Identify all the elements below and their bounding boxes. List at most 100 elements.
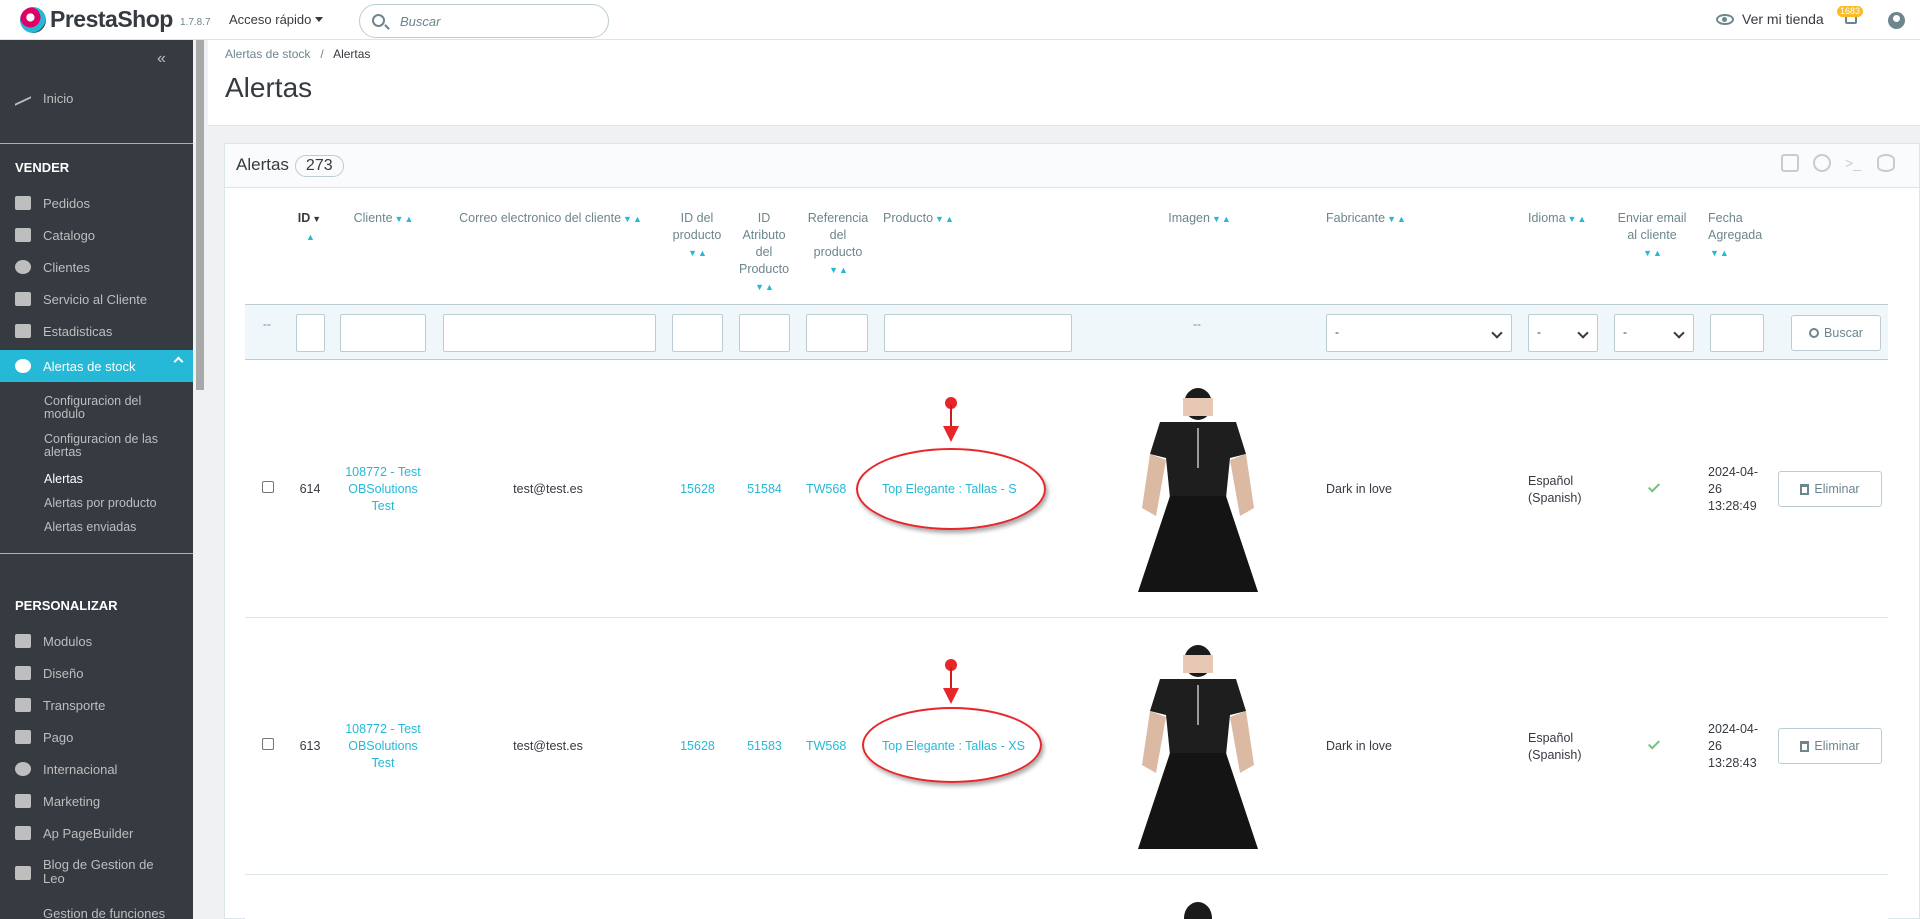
collapse-sidebar-icon[interactable]: « xyxy=(157,50,166,68)
table-row[interactable] xyxy=(245,875,1888,919)
filter-idioma-select[interactable]: - xyxy=(1528,314,1598,352)
row-checkbox[interactable] xyxy=(262,738,274,750)
filter-fabricante-select[interactable]: - xyxy=(1326,314,1512,352)
database-icon[interactable] xyxy=(1877,154,1895,172)
search-input[interactable] xyxy=(400,11,590,31)
header-search[interactable] xyxy=(359,4,609,38)
sidebar-item-internacional[interactable]: Internacional xyxy=(0,756,193,782)
cell-id-producto-link[interactable]: 15628 xyxy=(672,481,723,498)
col-header-enviar[interactable]: Enviar email al cliente ▼▲ xyxy=(1612,210,1692,262)
cell-cliente-link[interactable]: 108772 - Test OBSolutions Test xyxy=(340,464,426,515)
subitem-alertas[interactable]: Alertas xyxy=(44,473,184,486)
prestashop-logo[interactable]: PrestaShop xyxy=(20,6,173,33)
cell-referencia-link[interactable]: TW568 xyxy=(806,481,848,498)
sort-icons[interactable]: ▼▲ xyxy=(829,262,849,279)
sidebar-item-catalogo[interactable]: Catalogo xyxy=(0,222,193,248)
table-row[interactable]: 613 108772 - Test OBSolutions Test test@… xyxy=(245,618,1888,875)
sidebar-item-diseno[interactable]: Diseño xyxy=(0,660,193,686)
sidebar-scrollbar[interactable] xyxy=(196,40,204,390)
sidebar-item-marketing[interactable]: Marketing xyxy=(0,788,193,814)
export-icon[interactable] xyxy=(1781,154,1799,172)
refresh-icon[interactable] xyxy=(1813,154,1831,172)
sort-asc-icon[interactable]: ▲ xyxy=(306,229,316,246)
breadcrumb-separator: / xyxy=(313,47,331,61)
sort-icons[interactable]: ▼▲ xyxy=(623,211,643,228)
filter-id-input[interactable] xyxy=(296,314,325,352)
delete-button[interactable]: Eliminar xyxy=(1778,728,1882,764)
sort-icons[interactable]: ▼▲ xyxy=(1710,245,1730,262)
sidebar-item-pedidos[interactable]: Pedidos xyxy=(0,190,193,216)
sidebar-item-modulos[interactable]: Modulos xyxy=(0,628,193,654)
truck-icon xyxy=(15,698,31,712)
subitem-alertas-enviadas[interactable]: Alertas enviadas xyxy=(44,521,184,534)
sidebar-item-transporte[interactable]: Transporte xyxy=(0,692,193,718)
filter-cliente-input[interactable] xyxy=(340,314,426,352)
sort-icons[interactable]: ▼▲ xyxy=(1387,211,1407,228)
sidebar-item-estadisticas[interactable]: Estadisticas xyxy=(0,318,193,344)
cell-id-atributo-link[interactable]: 51583 xyxy=(739,738,790,755)
sort-icons[interactable]: ▼▲ xyxy=(935,211,955,228)
alert-count-badge: 273 xyxy=(294,155,344,177)
col-header-email[interactable]: Correo electronico del cliente ▼▲ xyxy=(451,210,651,228)
quick-access-dropdown[interactable]: Acceso rápido xyxy=(229,12,324,27)
sort-icons[interactable]: ▼▲ xyxy=(1212,211,1232,228)
notifications-badge: 1683 xyxy=(1837,6,1864,17)
trash-icon xyxy=(1800,483,1810,495)
view-shop-link[interactable]: Ver mi tienda xyxy=(1716,11,1824,27)
select-value: - xyxy=(1537,325,1541,339)
sidebar-item-ap-pagebuilder[interactable]: Ap PageBuilder xyxy=(0,820,193,846)
sidebar-item-label: Catalogo xyxy=(43,227,96,243)
sidebar-item-label: Pago xyxy=(43,729,74,745)
sort-icons[interactable]: ▼▲ xyxy=(755,279,775,296)
col-header-label: Fabricante xyxy=(1326,211,1386,225)
sidebar-item-pago[interactable]: Pago xyxy=(0,724,193,750)
trash-icon xyxy=(1800,740,1810,752)
breadcrumb-item[interactable]: Alertas de stock xyxy=(225,47,310,61)
search-button-label: Buscar xyxy=(1824,326,1863,340)
col-header-id-producto[interactable]: ID del producto ▼▲ xyxy=(664,210,730,262)
col-header-cliente[interactable]: Cliente ▼▲ xyxy=(346,210,422,228)
sort-desc-icon[interactable]: ▼ xyxy=(312,211,322,228)
col-header-fabricante[interactable]: Fabricante ▼▲ xyxy=(1326,210,1416,228)
terminal-icon[interactable]: >_ xyxy=(1845,154,1863,172)
sidebar-item-clientes[interactable]: Clientes xyxy=(0,254,193,280)
subitem-configuracion-alertas[interactable]: Configuracion de las alertas xyxy=(44,433,184,459)
cell-id-atributo-link[interactable]: 51584 xyxy=(739,481,790,498)
subitem-alertas-por-producto[interactable]: Alertas por producto xyxy=(44,497,184,510)
delete-button[interactable]: Eliminar xyxy=(1778,471,1882,507)
sort-icons[interactable]: ▼▲ xyxy=(1643,245,1663,262)
col-header-imagen[interactable]: Imagen ▼▲ xyxy=(1160,210,1240,228)
sort-icons[interactable]: ▼▲ xyxy=(395,211,415,228)
filter-producto-input[interactable] xyxy=(884,314,1072,352)
subitem-configuracion-modulo[interactable]: Configuracion del modulo xyxy=(44,395,184,421)
select-value: - xyxy=(1623,325,1627,339)
filter-referencia-input[interactable] xyxy=(806,314,868,352)
user-avatar-icon[interactable] xyxy=(1888,12,1905,29)
sidebar-item-servicio[interactable]: Servicio al Cliente xyxy=(0,286,193,312)
sidebar-item-alertas-de-stock[interactable]: Alertas de stock xyxy=(0,350,193,382)
filter-id-atributo-input[interactable] xyxy=(739,314,790,352)
col-header-fecha[interactable]: Fecha Agregada ▼▲ xyxy=(1708,210,1768,262)
cell-referencia-link[interactable]: TW568 xyxy=(806,738,848,755)
sidebar-item-inicio[interactable]: Inicio xyxy=(0,85,193,111)
col-header-id[interactable]: ID ▼ ▲ xyxy=(296,210,324,246)
col-header-label: Enviar email al cliente xyxy=(1617,211,1687,242)
cell-cliente-link[interactable]: 108772 - Test OBSolutions Test xyxy=(340,721,426,772)
filter-enviar-select[interactable]: - xyxy=(1614,314,1694,352)
col-header-id-atributo[interactable]: ID Atributo del Producto ▼▲ xyxy=(736,210,792,296)
filter-email-input[interactable] xyxy=(443,314,656,352)
sort-icons[interactable]: ▼▲ xyxy=(688,245,708,262)
cart-icon xyxy=(15,196,31,210)
sort-icons[interactable]: ▼▲ xyxy=(1568,211,1588,228)
cell-id-producto-link[interactable]: 15628 xyxy=(672,738,723,755)
col-header-producto[interactable]: Producto ▼▲ xyxy=(883,210,963,228)
table-row[interactable]: 614 108772 - Test OBSolutions Test test@… xyxy=(245,361,1888,618)
col-header-referencia[interactable]: Referencia del producto ▼▲ xyxy=(803,210,873,279)
search-button[interactable]: Buscar xyxy=(1791,315,1881,351)
sidebar-item-blog[interactable]: Blog de Gestion de Leo xyxy=(0,858,193,892)
filter-fecha-input[interactable] xyxy=(1710,314,1764,352)
col-header-idioma[interactable]: Idioma ▼▲ xyxy=(1528,210,1598,228)
row-checkbox[interactable] xyxy=(262,481,274,493)
filter-id-producto-input[interactable] xyxy=(672,314,723,352)
sidebar-item-gestion-funciones[interactable]: Gestion de funciones xyxy=(0,900,193,919)
